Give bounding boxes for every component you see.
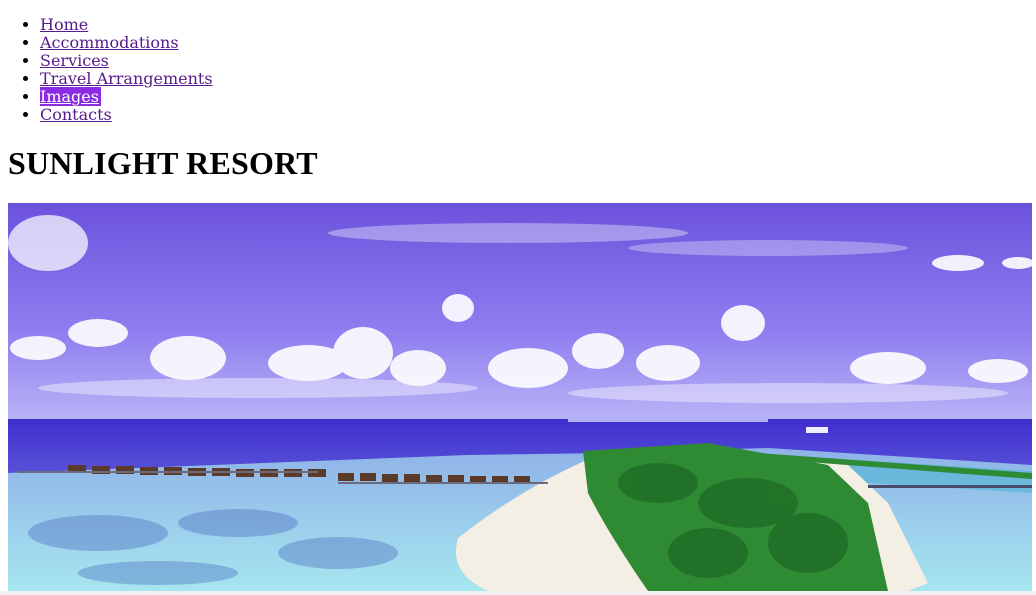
nav-link-home[interactable]: Home [40,15,88,34]
hero-image [8,203,1032,591]
nav-link-accommodations[interactable]: Accommodations [40,33,179,52]
nav-item-contacts: Contacts [40,106,1036,124]
nav-item-travel-arrangements: Travel Arrangements [40,70,1036,88]
nav-item-home: Home [40,16,1036,34]
boat [806,427,828,433]
horizontal-scrollbar-track[interactable] [0,591,1036,595]
nav-link-contacts[interactable]: Contacts [40,105,112,124]
nav-item-accommodations: Accommodations [40,34,1036,52]
page: Home Accommodations Services Travel Arra… [0,0,1036,595]
resort-aerial-photo [8,203,1032,591]
nav-link-images[interactable]: Images [40,87,101,106]
nav-link-travel-arrangements[interactable]: Travel Arrangements [40,69,213,88]
nav-item-services: Services [40,52,1036,70]
main-navigation: Home Accommodations Services Travel Arra… [0,16,1036,124]
page-title: SUNLIGHT RESORT [8,145,318,181]
nav-link-services[interactable]: Services [40,51,109,70]
pier [868,485,1032,488]
nav-item-images: Images [40,87,1036,106]
